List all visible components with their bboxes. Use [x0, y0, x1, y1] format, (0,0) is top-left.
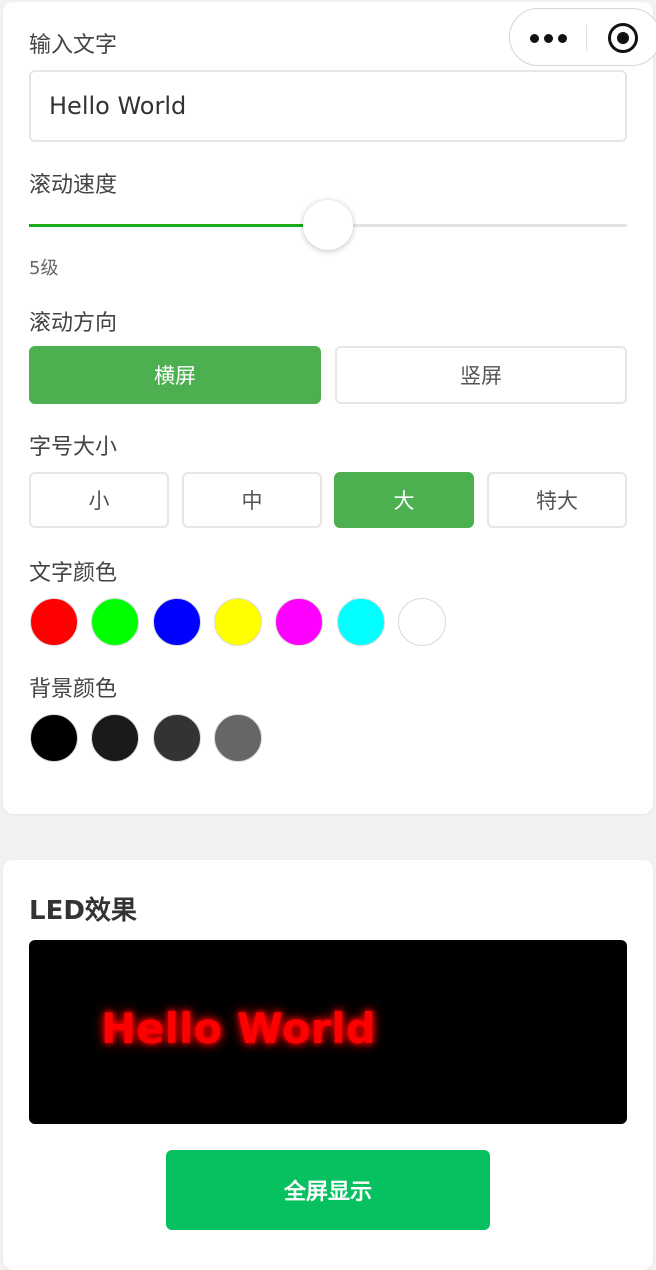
target-circle-icon[interactable]: [608, 23, 638, 53]
direction-vertical-button[interactable]: 竖屏: [335, 346, 627, 404]
text-color-swatch-7[interactable]: [397, 598, 446, 646]
preview-card: LED效果 Hello World 全屏显示: [3, 860, 653, 1270]
preview-title: LED效果: [29, 896, 137, 926]
capsule-divider: [586, 25, 587, 51]
text-input-field[interactable]: [29, 70, 627, 142]
text-color-swatch-1[interactable]: [30, 598, 78, 646]
bg-color-swatch-3[interactable]: [152, 714, 201, 762]
more-dots-icon[interactable]: [530, 31, 570, 45]
led-preview-screen: Hello World: [29, 940, 627, 1124]
font-size-large-button[interactable]: 大: [334, 472, 474, 528]
text-color-swatch-5[interactable]: [275, 598, 324, 646]
text-color-label: 文字颜色: [29, 561, 118, 586]
text-input-label: 输入文字: [29, 33, 118, 58]
text-color-swatch-4[interactable]: [213, 598, 262, 646]
fullscreen-button[interactable]: 全屏显示: [166, 1150, 490, 1230]
speed-label: 滚动速度: [29, 173, 118, 198]
settings-card: 输入文字 滚动速度 5级 滚动方向 横屏 竖屏 字号大小 小 中 大 特大 文字…: [3, 2, 656, 814]
bg-color-label: 背景颜色: [29, 677, 118, 702]
font-size-medium-button[interactable]: 中: [182, 472, 322, 528]
font-size-label: 字号大小: [29, 435, 118, 460]
text-color-swatch-6[interactable]: [336, 598, 385, 646]
text-color-swatch-3[interactable]: [152, 598, 201, 646]
bg-color-swatch-4[interactable]: [213, 714, 262, 762]
speed-value: 5级: [29, 258, 59, 279]
bg-color-swatch-2[interactable]: [91, 714, 140, 762]
bg-color-swatch-1[interactable]: [30, 714, 78, 762]
direction-label: 滚动方向: [29, 311, 118, 336]
font-size-small-button[interactable]: 小: [29, 472, 169, 528]
direction-horizontal-button[interactable]: 横屏: [29, 346, 321, 404]
led-preview-text: Hello World: [101, 1004, 376, 1053]
speed-slider[interactable]: [29, 200, 627, 250]
font-size-xlarge-button[interactable]: 特大: [487, 472, 627, 528]
mini-program-capsule: [509, 8, 656, 66]
speed-slider-thumb[interactable]: [303, 200, 353, 250]
text-color-swatch-2[interactable]: [91, 598, 140, 646]
speed-slider-fill: [29, 224, 328, 227]
